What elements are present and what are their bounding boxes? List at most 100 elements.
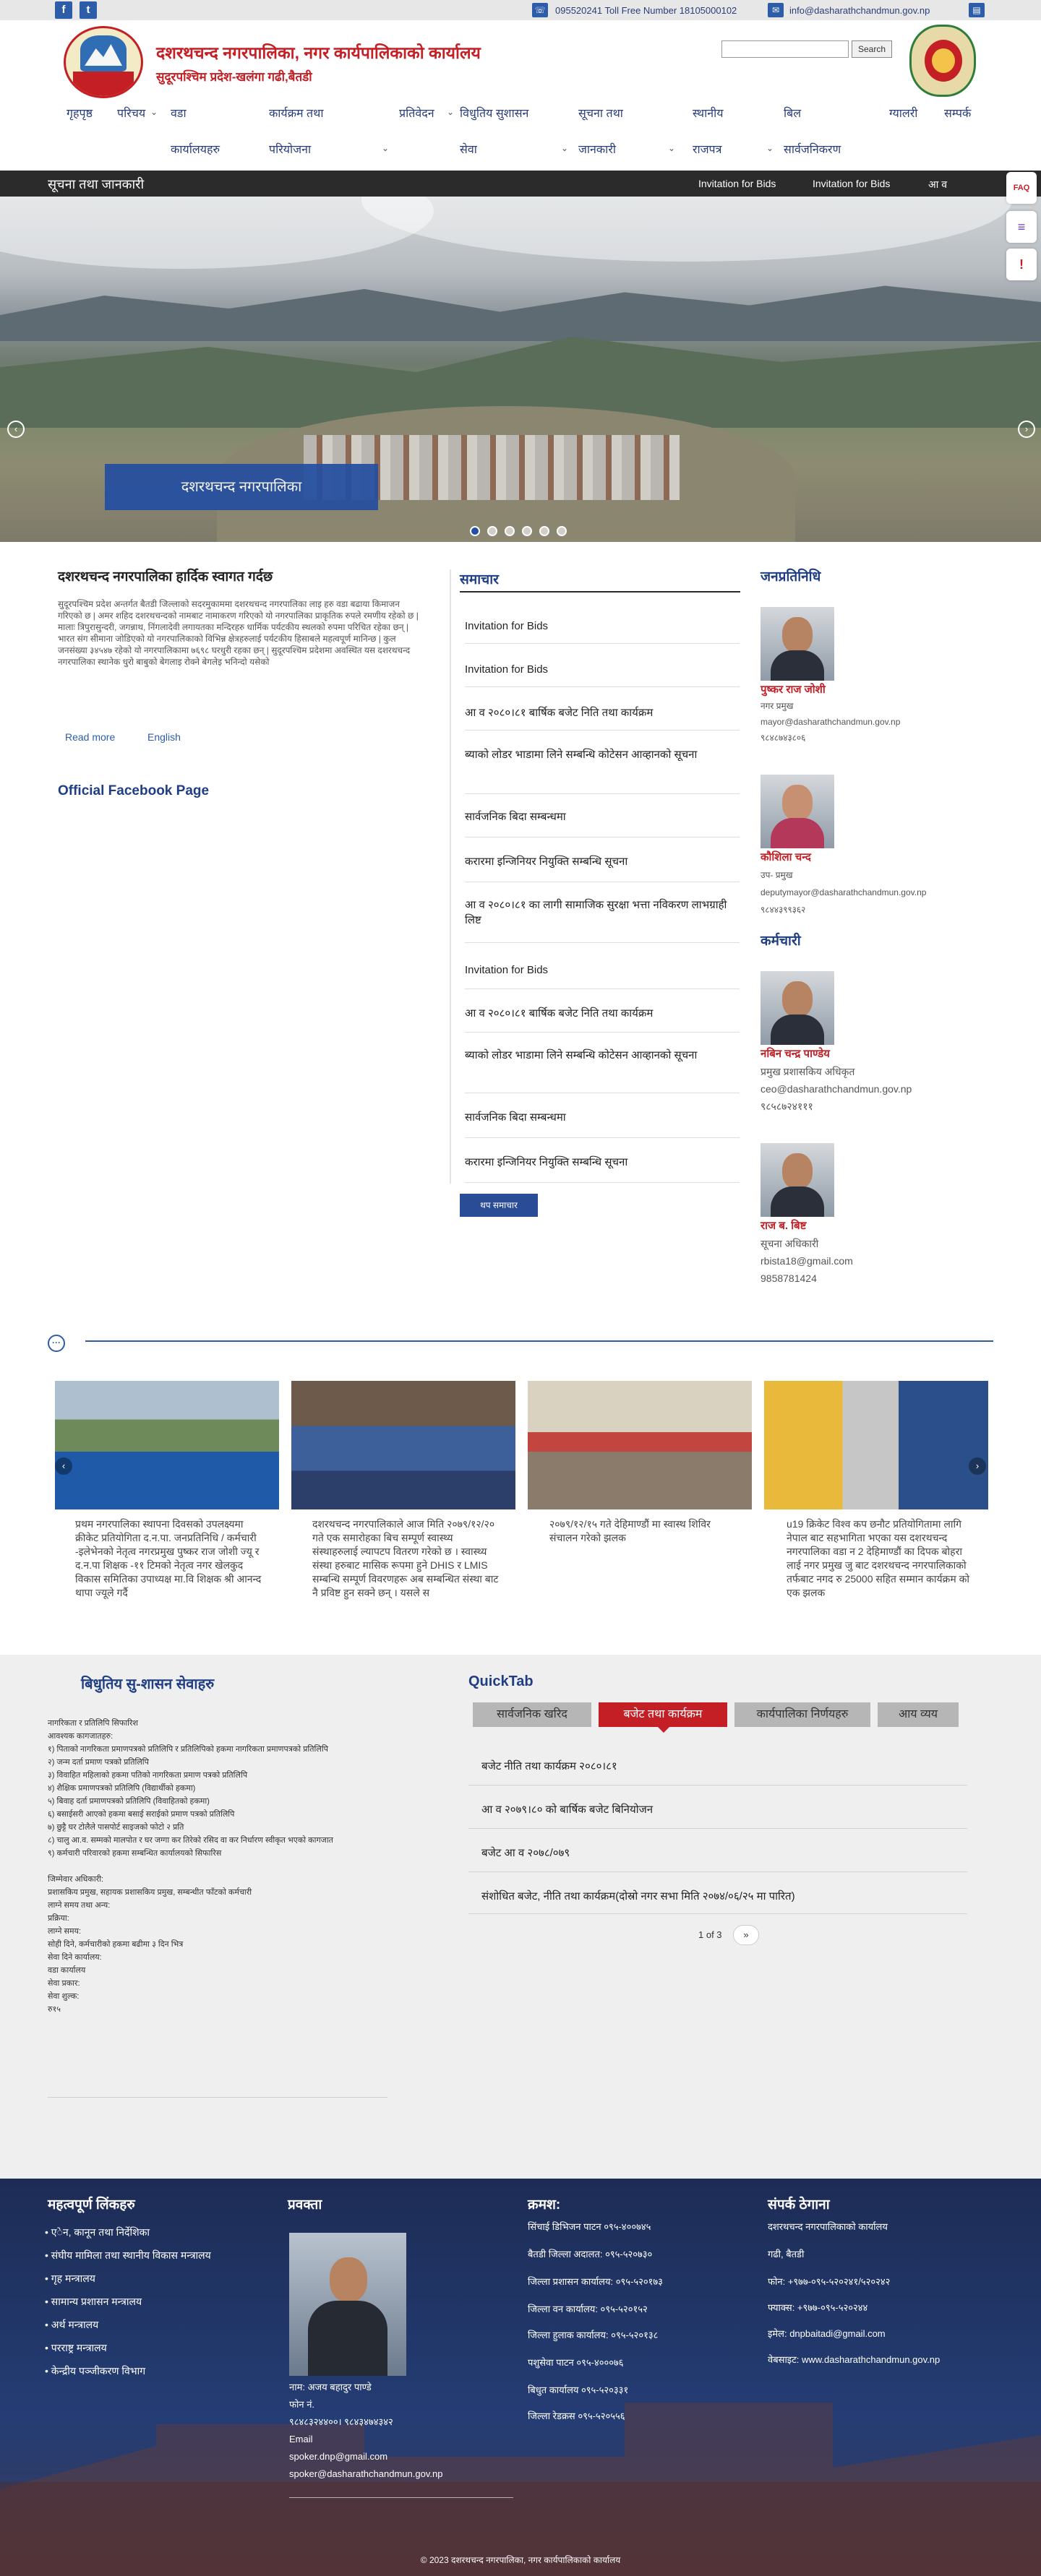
official-email[interactable]: deputymayor@dasharathchandmun.gov.np	[761, 884, 926, 900]
slider-prev-button[interactable]: ‹	[7, 421, 25, 438]
slider-next-button[interactable]: ›	[1018, 421, 1035, 438]
slider-dot[interactable]	[505, 526, 515, 536]
nav-contact[interactable]: सम्पर्क	[944, 105, 971, 121]
divider	[468, 1913, 967, 1914]
nav-info2[interactable]: जानकारी	[578, 141, 616, 157]
slider-dot[interactable]	[470, 526, 480, 536]
gallery-icon: ···	[48, 1335, 65, 1352]
ticker-item[interactable]: आ व	[928, 178, 947, 191]
divider	[465, 1137, 740, 1138]
news-item[interactable]: Invitation for Bids	[465, 962, 740, 978]
official-email[interactable]: ceo@dasharathchandmun.gov.np	[761, 1081, 912, 1097]
nav-bill[interactable]: बिल	[784, 105, 801, 121]
footer-link[interactable]: • परराष्ट्र मन्त्रालय	[45, 2341, 107, 2355]
news-item[interactable]: Invitation for Bids	[465, 619, 740, 634]
twitter-icon[interactable]: t	[80, 1, 97, 19]
footer	[0, 2179, 1041, 2576]
official-phone: ९८४८७४३८०६	[761, 733, 806, 743]
official-email[interactable]: rbista18@gmail.com	[761, 1253, 853, 1269]
gallery-image[interactable]	[291, 1381, 515, 1509]
ticker-title: सूचना तथा जानकारी	[48, 177, 145, 191]
phone-icon: ☏	[532, 3, 548, 17]
news-item[interactable]: Invitation for Bids	[465, 662, 740, 677]
gallery-image[interactable]	[55, 1381, 279, 1509]
nav-projects[interactable]: परियोजना	[269, 141, 311, 157]
footer-link-label: संघीय मामिला तथा स्थानीय विकास मन्त्रालय	[51, 2249, 211, 2261]
gallery-image[interactable]	[764, 1381, 988, 1509]
more-news-button[interactable]: थप समाचार	[460, 1194, 538, 1217]
news-item[interactable]: करारमा इन्जिनियर नियुक्ति सम्बन्धि सूचना	[465, 854, 740, 869]
nav-gallery[interactable]: ग्यालरी	[889, 105, 917, 121]
nav-information[interactable]: सूचना तथा	[578, 105, 623, 121]
official-role: प्रमुख प्रशासकिय अधिकृत	[761, 1066, 855, 1077]
search-input[interactable]	[721, 40, 849, 58]
official-email[interactable]: mayor@dasharathchandmun.gov.np	[761, 714, 900, 730]
footer-link[interactable]: • केन्द्रीय पञ्जीकरण विभाग	[45, 2364, 145, 2378]
nav-intro[interactable]: परिचय	[117, 105, 145, 121]
read-more-link[interactable]: Read more	[65, 731, 115, 743]
tab-budget[interactable]: बजेट तथा कार्यक्रम	[599, 1702, 727, 1727]
contact-office: दशरथचन्द नगरपालिकाको कार्यालय	[768, 2221, 888, 2232]
slider-dot[interactable]	[557, 526, 567, 536]
nav-services[interactable]: सेवा	[460, 141, 477, 157]
slider-dot[interactable]	[487, 526, 497, 536]
directory-item: बिधुत कार्यालय ०९५-५२०३३१	[528, 2385, 629, 2395]
footer-link-label: सामान्य प्रशासन मन्त्रालय	[51, 2296, 142, 2307]
slider-dot[interactable]	[522, 526, 532, 536]
copyright: © 2023 दशरथचन्द नगरपालिका, नगर कार्यपालि…	[420, 2555, 621, 2565]
nav-local[interactable]: स्थानीय	[693, 105, 724, 121]
footer-link[interactable]: • अर्थ मन्त्रालय	[45, 2318, 98, 2332]
english-link[interactable]: English	[147, 731, 181, 743]
footer-link[interactable]: • गृह मन्त्रालय	[45, 2272, 95, 2286]
footer-link[interactable]: • एेन, कानून तथा निर्देशिका	[45, 2226, 150, 2239]
spokesperson-email[interactable]: spoker@dasharathchandmun.gov.np	[289, 2467, 442, 2481]
municipality-logo[interactable]	[64, 26, 143, 98]
slider-dot[interactable]	[539, 526, 549, 536]
nav-programs[interactable]: कार्यक्रम तथा	[269, 105, 324, 121]
news-item[interactable]: सार्वजनिक बिदा सम्बन्धमा	[465, 1110, 740, 1125]
news-item[interactable]: आ व २०८०।८१ बार्षिक बजेट निति तथा कार्यक…	[465, 705, 740, 720]
gallery-image[interactable]	[528, 1381, 752, 1509]
feedback-icon[interactable]: ≡	[1006, 211, 1037, 243]
gallery-prev-button[interactable]: ‹	[55, 1457, 72, 1475]
pagination-next-button[interactable]: »	[733, 1925, 759, 1945]
email-link[interactable]: info@dasharathchandmun.gov.np	[789, 5, 930, 16]
tab-procurement[interactable]: सार्वजनिक खरिद	[473, 1702, 591, 1727]
footer-link[interactable]: • सामान्य प्रशासन मन्त्रालय	[45, 2295, 142, 2309]
faq-icon[interactable]: FAQ	[1006, 172, 1037, 204]
quicktab-item[interactable]: बजेट नीति तथा कार्यक्रम २०८०।८१	[481, 1759, 966, 1773]
quicktab-item[interactable]: संशोधित बजेट, नीति तथा कार्यक्रम(दोस्रो …	[481, 1889, 966, 1903]
nav-disclosure[interactable]: सार्वजनिकरण	[784, 141, 841, 157]
nav-home[interactable]: गृहपृष्ठ	[67, 105, 93, 121]
spokesperson-email[interactable]: spoker.dnp@gmail.com	[289, 2450, 387, 2464]
news-item[interactable]: आ व २०८०।८१ बार्षिक बजेट निति तथा कार्यक…	[465, 1006, 740, 1021]
news-item[interactable]: ब्याको लोडर भाडामा लिने सम्बन्धि कोटेसन …	[465, 747, 740, 762]
pagination-info: 1 of 3	[698, 1929, 722, 1940]
nav-gazette[interactable]: राजपत्र	[693, 141, 721, 157]
contact-website[interactable]: वेबसाइट: www.dasharathchandmun.gov.np	[768, 2353, 940, 2367]
contact-email[interactable]: इमेल: dnpbaitadi@gmail.com	[768, 2327, 886, 2341]
tab-decisions[interactable]: कार्यपालिका निर्णयहरु	[734, 1702, 870, 1727]
news-item[interactable]: करारमा इन्जिनियर नियुक्ति सम्बन्धि सूचना	[465, 1155, 740, 1170]
divider	[450, 569, 451, 1184]
footer-link[interactable]: • संघीय मामिला तथा स्थानीय विकास मन्त्रा…	[45, 2249, 211, 2262]
news-item[interactable]: सार्वजनिक बिदा सम्बन्धमा	[465, 809, 740, 824]
ticker-item[interactable]: Invitation for Bids	[813, 178, 890, 189]
news-item[interactable]: ब्याको लोडर भाडामा लिने सम्बन्धि कोटेसन …	[465, 1048, 740, 1063]
nav-reports[interactable]: प्रतिवेदन	[399, 105, 434, 121]
gallery-caption: दशरथचन्द नगरपालिकाले आज मिति २०७९/१२/२० …	[312, 1518, 499, 1598]
document-icon[interactable]: ▤	[969, 3, 985, 17]
ticker-item[interactable]: Invitation for Bids	[698, 178, 776, 189]
tab-income-expense[interactable]: आय व्यय	[878, 1702, 959, 1727]
alert-icon[interactable]: !	[1006, 249, 1037, 280]
quicktab-item[interactable]: बजेट आ व २०७८/०७९	[481, 1845, 966, 1860]
gallery-next-button[interactable]: ›	[969, 1457, 986, 1475]
search-button[interactable]: Search	[852, 40, 892, 58]
news-item[interactable]: आ व २०८०।८१ का लागी सामाजिक सुरक्षा भत्त…	[465, 897, 740, 928]
quicktab-item[interactable]: आ व २०७९।८० को बार्षिक बजेट बिनियोजन	[481, 1802, 966, 1817]
contact-fax: फ्याक्स: +९७७-०९५-५२०२४४	[768, 2302, 868, 2313]
nav-ward[interactable]: वडा	[171, 105, 187, 121]
nav-egov[interactable]: विधुतिय सुशासन	[460, 105, 528, 121]
facebook-icon[interactable]: f	[55, 1, 72, 19]
nav-offices[interactable]: कार्यालयहरु	[171, 141, 220, 157]
